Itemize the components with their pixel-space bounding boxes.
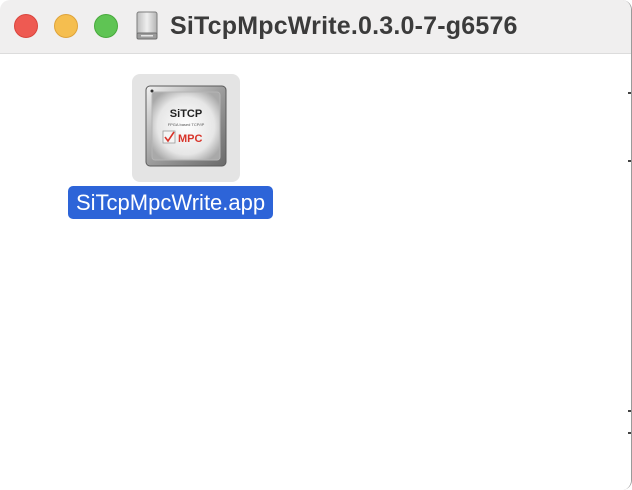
maximize-button[interactable] [94,14,118,38]
window-title: SiTcpMpcWrite.0.3.0-7-g6576 [170,11,518,40]
file-item-app[interactable]: SiTCP FPGA based TCP/IP MPC SiTcpMpcWrit… [68,74,302,224]
disk-image-icon [136,11,158,40]
sitcp-mpc-app-icon[interactable]: SiTCP FPGA based TCP/IP MPC [144,84,228,168]
finder-window: SiTcpMpcWrite.0.3.0-7-g6576 SiTCP FPGA b… [0,0,632,490]
file-name-label[interactable]: SiTcpMpcWrite.app [68,186,274,219]
edge-tick [628,160,631,162]
minimize-button[interactable] [54,14,78,38]
close-button[interactable] [14,14,38,38]
edge-tick [628,432,631,434]
icon-selection-highlight[interactable]: SiTCP FPGA based TCP/IP MPC [132,74,240,182]
icon-product-text: MPC [178,133,203,145]
title-bar[interactable]: SiTcpMpcWrite.0.3.0-7-g6576 [0,0,631,54]
finder-content-area[interactable]: SiTCP FPGA based TCP/IP MPC SiTcpMpcWrit… [0,54,631,490]
icon-brand-text: SiTCP [170,108,202,120]
edge-tick [628,92,631,94]
icon-tagline-text: FPGA based TCP/IP [168,122,205,127]
window-title-group: SiTcpMpcWrite.0.3.0-7-g6576 [134,8,518,44]
edge-tick [628,410,631,412]
